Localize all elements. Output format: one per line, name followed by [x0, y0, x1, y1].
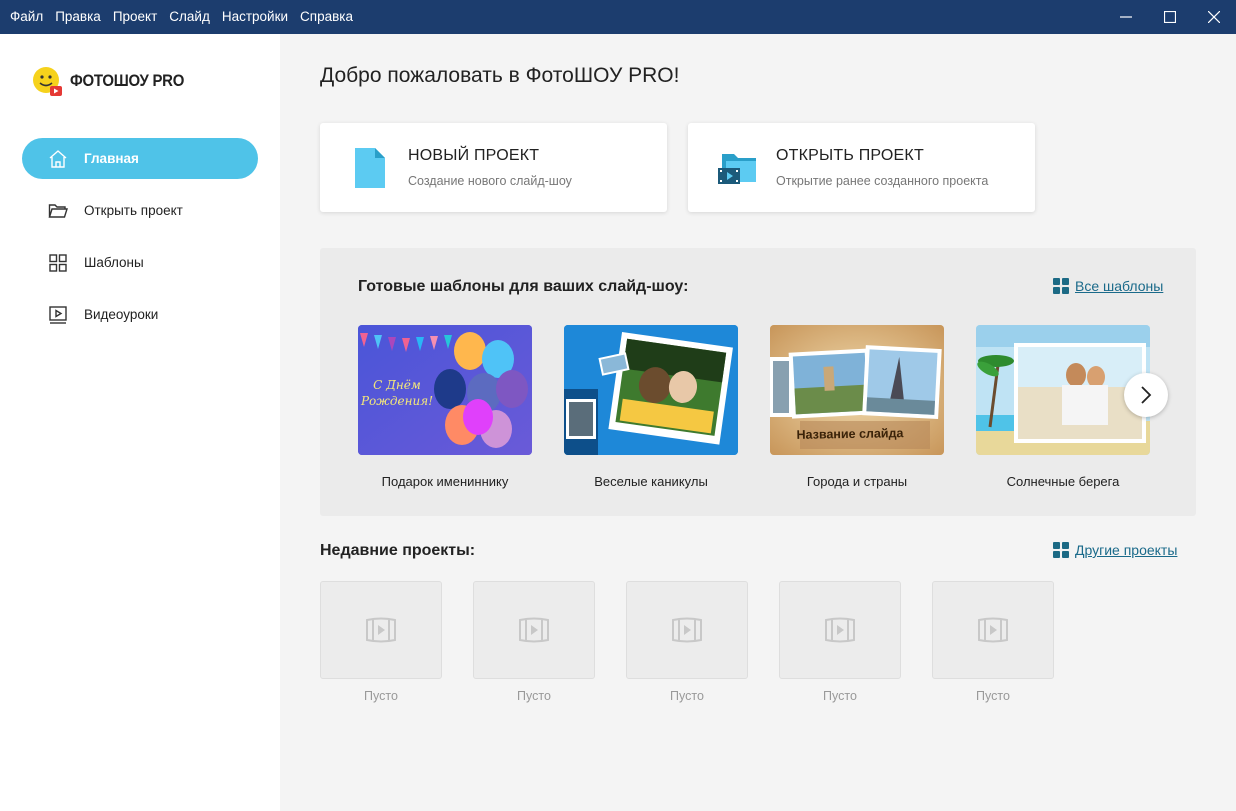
open-folder-video-icon [714, 144, 762, 192]
recent-project-label: Пусто [364, 689, 398, 703]
templates-section: Готовые шаблоны для ваших слайд-шоу: Все… [320, 248, 1196, 516]
menu-project[interactable]: Проект [107, 0, 163, 34]
template-label: Подарок имениннику [381, 474, 509, 489]
maximize-button[interactable] [1148, 0, 1192, 34]
recent-project-thumbnail [932, 581, 1054, 679]
template-card[interactable]: Название слайда Города и страны [770, 325, 944, 489]
sidebar-item-label: Видеоуроки [84, 307, 159, 322]
video-placeholder-icon [366, 617, 396, 643]
window-controls [1104, 0, 1236, 34]
recent-project-slot[interactable]: Пусто [932, 581, 1054, 703]
new-file-icon [346, 144, 394, 192]
video-placeholder-icon [978, 617, 1008, 643]
grid-icon [1053, 278, 1069, 294]
template-label: Города и страны [806, 474, 908, 489]
next-templates-button[interactable] [1124, 373, 1168, 417]
sidebar: ФОТОШОУ PRO Главная Открыть проект Шабло… [0, 34, 280, 811]
recent-project-thumbnail [320, 581, 442, 679]
menu-file[interactable]: Файл [4, 0, 49, 34]
sidebar-item-label: Шаблоны [84, 255, 144, 270]
recent-project-slot[interactable]: Пусто [779, 581, 901, 703]
new-project-title: НОВЫЙ ПРОЕКТ [408, 147, 540, 164]
home-icon [48, 149, 68, 169]
open-project-subtitle: Открытие ранее созданного проекта [776, 174, 989, 188]
template-thumbnail-cities: Название слайда [770, 325, 944, 455]
recent-project-thumbnail [779, 581, 901, 679]
grid-icon [48, 253, 68, 273]
recent-project-slot[interactable]: Пусто [473, 581, 595, 703]
template-label: Солнечные берега [1006, 474, 1120, 489]
logo-text: ФОТОШОУ PRO [70, 71, 185, 90]
grid-icon [1053, 542, 1069, 558]
template-thumbnail-birthday: С Днём Рождения! [358, 325, 532, 455]
template-thumbnail-holidays [564, 325, 738, 455]
template-card[interactable]: С Днём Рождения! Подарок имениннику [358, 325, 532, 489]
all-templates-link[interactable]: Все шаблоны [1053, 278, 1163, 294]
minimize-button[interactable] [1104, 0, 1148, 34]
minimize-icon [1120, 16, 1132, 18]
other-projects-label: Другие проекты [1075, 542, 1178, 558]
menu-bar: Файл Правка Проект Слайд Настройки Справ… [0, 0, 1236, 34]
smiley-logo-icon [32, 66, 62, 96]
other-projects-link[interactable]: Другие проекты [1053, 542, 1177, 558]
template-label: Веселые каникулы [594, 474, 708, 489]
sidebar-item-templates[interactable]: Шаблоны [22, 242, 258, 283]
recent-project-slot[interactable]: Пусто [626, 581, 748, 703]
recent-projects-list: Пусто Пусто Пусто Пусто Пусто [320, 581, 1085, 703]
recent-project-label: Пусто [517, 689, 551, 703]
new-project-button[interactable]: НОВЫЙ ПРОЕКТ Создание нового слайд-шоу [320, 123, 667, 212]
template-card[interactable]: Веселые каникулы [564, 325, 738, 489]
menu-settings[interactable]: Настройки [216, 0, 294, 34]
menu-help[interactable]: Справка [294, 0, 359, 34]
templates-list: С Днём Рождения! Подарок имениннику Весе… [358, 325, 1182, 489]
recent-project-label: Пусто [976, 689, 1010, 703]
all-templates-label: Все шаблоны [1075, 278, 1164, 294]
folder-icon [48, 201, 68, 221]
recent-project-label: Пусто [823, 689, 857, 703]
main-content: Добро пожаловать в ФотоШОУ PRO! НОВЫЙ ПР… [280, 34, 1236, 811]
sidebar-nav: Главная Открыть проект Шаблоны Видеоурок… [22, 138, 258, 346]
video-placeholder-icon [519, 617, 549, 643]
sidebar-item-video-tutorials[interactable]: Видеоуроки [22, 294, 258, 335]
template-thumb-text: С Днём Рождения! [360, 378, 434, 408]
templates-heading: Готовые шаблоны для ваших слайд-шоу: [358, 278, 689, 295]
new-project-subtitle: Создание нового слайд-шоу [408, 174, 572, 188]
page-title: Добро пожаловать в ФотоШОУ PRO! [320, 64, 680, 87]
open-project-button[interactable]: ОТКРЫТЬ ПРОЕКТ Открытие ранее созданного… [688, 123, 1035, 212]
sidebar-item-label: Главная [84, 151, 139, 166]
main-menu: Файл Правка Проект Слайд Настройки Справ… [0, 0, 359, 34]
recent-projects-heading: Недавние проекты: [320, 542, 476, 559]
template-card[interactable]: Солнечные берега [976, 325, 1150, 489]
video-placeholder-icon [825, 617, 855, 643]
sidebar-item-label: Открыть проект [84, 203, 183, 218]
menu-slide[interactable]: Слайд [163, 0, 216, 34]
maximize-icon [1164, 11, 1176, 23]
open-project-title: ОТКРЫТЬ ПРОЕКТ [776, 147, 924, 164]
recent-project-thumbnail [473, 581, 595, 679]
template-thumb-text: Название слайда [796, 426, 904, 442]
menu-edit[interactable]: Правка [49, 0, 107, 34]
close-icon [1208, 11, 1220, 23]
recent-project-slot[interactable]: Пусто [320, 581, 442, 703]
app-logo: ФОТОШОУ PRO [32, 66, 200, 96]
sidebar-item-home[interactable]: Главная [22, 138, 258, 179]
recent-project-label: Пусто [670, 689, 704, 703]
video-placeholder-icon [672, 617, 702, 643]
video-icon [48, 305, 68, 325]
recent-project-thumbnail [626, 581, 748, 679]
sidebar-item-open-project[interactable]: Открыть проект [22, 190, 258, 231]
chevron-right-icon [1141, 386, 1152, 404]
close-button[interactable] [1192, 0, 1236, 34]
